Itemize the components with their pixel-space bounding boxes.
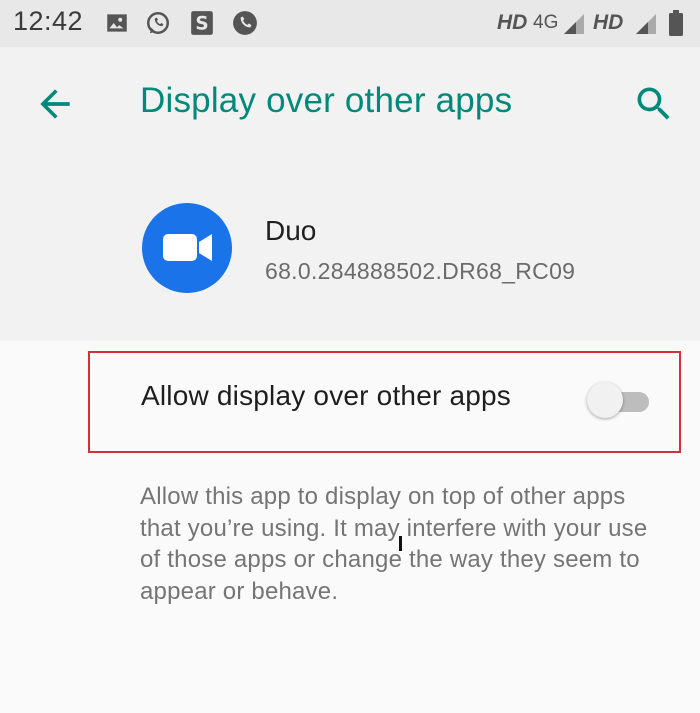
phone-icon (233, 11, 257, 35)
toggle-thumb (587, 382, 623, 418)
image-icon (107, 14, 127, 32)
status-time: 12:42 (13, 6, 84, 36)
setting-label: Allow display over other apps (141, 380, 511, 411)
app-version: 68.0.284888502.DR68_RC09 (265, 258, 576, 284)
page-title: Display over other apps (140, 81, 513, 120)
battery-icon (669, 10, 683, 36)
search-button[interactable] (632, 82, 676, 126)
setting-description: Allow this app to display on top of othe… (140, 483, 648, 605)
network-type: 4G (533, 12, 559, 33)
signal-icon (564, 14, 584, 34)
text-cursor (399, 536, 402, 551)
app-name: Duo (265, 215, 317, 246)
network1-label: HD (497, 11, 528, 34)
allow-display-setting-row[interactable]: Allow display over other apps (88, 351, 681, 453)
back-button[interactable] (33, 82, 77, 126)
allow-display-toggle[interactable] (587, 380, 651, 420)
status-bar: 12:42 S HD 4G HD (0, 0, 700, 47)
back-arrow-icon (40, 89, 70, 119)
video-camera-icon (163, 234, 212, 261)
network2-label: HD (593, 11, 624, 34)
app-icon (142, 203, 232, 293)
whatsapp-icon (147, 12, 169, 34)
svg-text:S: S (195, 14, 208, 35)
signal-icon-2 (636, 14, 656, 34)
header: Display over other apps Duo 68.0.2848885… (0, 47, 700, 341)
s-app-icon: S (191, 11, 213, 35)
search-icon (637, 87, 670, 120)
